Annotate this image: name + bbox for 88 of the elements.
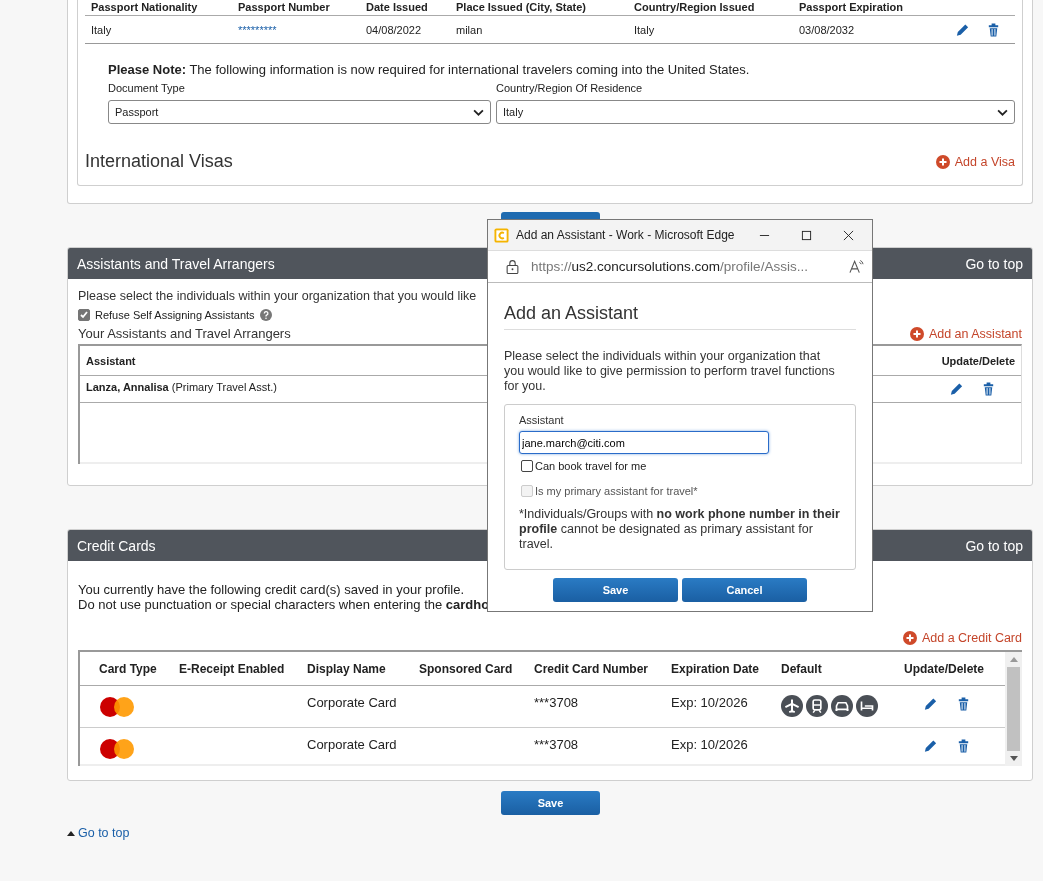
table-cell-text: Exp: 10/2026 <box>671 737 749 752</box>
field-label: Assistant <box>519 414 565 426</box>
plus-circle-icon <box>909 326 924 341</box>
trash-icon[interactable] <box>981 381 996 397</box>
lock-icon <box>506 259 519 274</box>
table-cell-text: Corporate Card <box>307 737 398 752</box>
checkbox[interactable] <box>521 460 533 472</box>
window-title: Add an Assistant - Work - Microsoft Edge <box>516 228 736 242</box>
table-cell-text: milan <box>456 23 484 36</box>
car-icon <box>831 695 853 717</box>
section-title: International Visas <box>85 151 233 172</box>
url-text: https://us2.concursolutions.com/profile/Assis... <box>531 259 809 274</box>
dialog-intro-text: Please select the individuals within your organization that you would like to give permission to perform travel functions for you. <box>504 349 836 394</box>
column-header: Passport Nationality <box>91 1 199 14</box>
trash-icon[interactable] <box>956 696 971 712</box>
go-to-top-link[interactable]: Go to top <box>67 826 130 840</box>
go-to-top-link[interactable]: Go to top <box>965 537 1023 554</box>
app-logo-icon <box>494 227 509 243</box>
field-label: Country/Region Of Residence <box>496 82 644 95</box>
trash-icon[interactable] <box>986 21 1001 38</box>
table-cell-text: Italy <box>634 23 656 36</box>
pencil-icon[interactable] <box>949 381 964 397</box>
intro-text: Please select the individuals within your organization that you would like <box>78 289 478 303</box>
caret-up-icon <box>67 830 75 836</box>
airplane-icon <box>781 695 803 717</box>
column-header: Place Issued (City, State) <box>456 1 587 14</box>
document-type-dropdown[interactable]: Passport <box>108 100 491 124</box>
add-credit-card-link[interactable]: Add a Credit Card <box>902 631 1022 645</box>
column-header: Passport Number <box>238 1 331 14</box>
field-label: Document Type <box>108 82 186 95</box>
column-header: Card Type <box>99 661 158 676</box>
column-header: Display Name <box>307 661 387 676</box>
checkbox[interactable] <box>78 309 90 321</box>
note-text: Please Note: The following information is now required for international travelers coming into the United States. <box>108 62 751 77</box>
checkbox-label: Is my primary assistant for travel* <box>535 485 698 497</box>
checkbox-label: Can book travel for me <box>535 460 647 472</box>
save-button[interactable]: Save <box>553 578 678 602</box>
trash-icon[interactable] <box>956 738 971 754</box>
scroll-down-icon[interactable] <box>1009 756 1018 761</box>
plus-circle-icon <box>902 631 917 645</box>
table-cell-text: 03/08/2032 <box>799 23 856 36</box>
add-assistant-link[interactable]: Add an Assistant <box>909 326 1022 341</box>
pencil-icon[interactable] <box>923 738 938 754</box>
card-logo-icon <box>99 696 135 718</box>
column-header: Passport Expiration <box>799 1 904 14</box>
column-header: Sponsored Card <box>419 661 514 676</box>
section-title: Credit Cards <box>77 537 156 554</box>
residence-dropdown[interactable]: Italy <box>496 100 1015 124</box>
table-cell-text: ***3708 <box>534 695 580 710</box>
column-header: Date Issued <box>366 1 429 14</box>
table-cell-text: ***3708 <box>534 737 580 752</box>
footnote-text: *Individuals/Groups with no work phone number in their profile cannot be designated as primary assistant for travel. <box>519 507 841 552</box>
maximize-icon[interactable] <box>801 229 812 241</box>
card-logo-icon <box>99 738 135 760</box>
column-header: E-Receipt Enabled <box>179 661 286 676</box>
save-button[interactable]: Save <box>501 791 600 815</box>
table-cell: Lanza, Annalisa (Primary Travel Asst.) <box>86 381 277 393</box>
train-icon <box>806 695 828 717</box>
checkbox-label: Refuse Self Assigning Assistants <box>95 309 255 321</box>
read-aloud-icon[interactable] <box>849 259 864 274</box>
add-visa-link[interactable]: Add a Visa <box>935 154 1015 169</box>
list-title: Your Assistants and Travel Arrangers <box>78 326 291 341</box>
table-cell-text: ********* <box>238 23 278 36</box>
dialog-heading: Add an Assistant <box>504 303 856 330</box>
plus-circle-icon <box>935 154 950 169</box>
column-header: Country/Region Issued <box>634 1 756 14</box>
intro-text: You currently have the following credit card(s) saved in your profile. <box>78 582 465 597</box>
chevron-down-icon <box>997 108 1008 116</box>
section-title: Assistants and Travel Arrangers <box>77 255 275 272</box>
table-cell-text: Corporate Card <box>307 695 398 710</box>
column-header: Assistant <box>86 354 136 367</box>
go-to-top-link[interactable]: Go to top <box>965 255 1023 272</box>
table-cell-text: 04/08/2022 <box>366 23 423 36</box>
column-header: Default <box>781 661 823 676</box>
table-cell-text: Exp: 10/2026 <box>671 695 749 710</box>
help-icon[interactable] <box>259 309 272 321</box>
assistant-input[interactable]: jane.march@citi.com <box>519 431 769 454</box>
column-header: Expiration Date <box>671 661 761 676</box>
column-header: Credit Card Number <box>534 661 650 676</box>
column-header: Update/Delete <box>904 661 986 676</box>
close-icon[interactable] <box>843 229 854 241</box>
bed-icon <box>856 695 878 717</box>
table-cell-text: Italy <box>91 23 113 36</box>
chevron-down-icon <box>473 108 484 116</box>
column-header: Update/Delete <box>941 354 1015 367</box>
cancel-button[interactable]: Cancel <box>682 578 807 602</box>
pencil-icon[interactable] <box>923 696 938 712</box>
scrollbar[interactable] <box>1005 652 1022 766</box>
